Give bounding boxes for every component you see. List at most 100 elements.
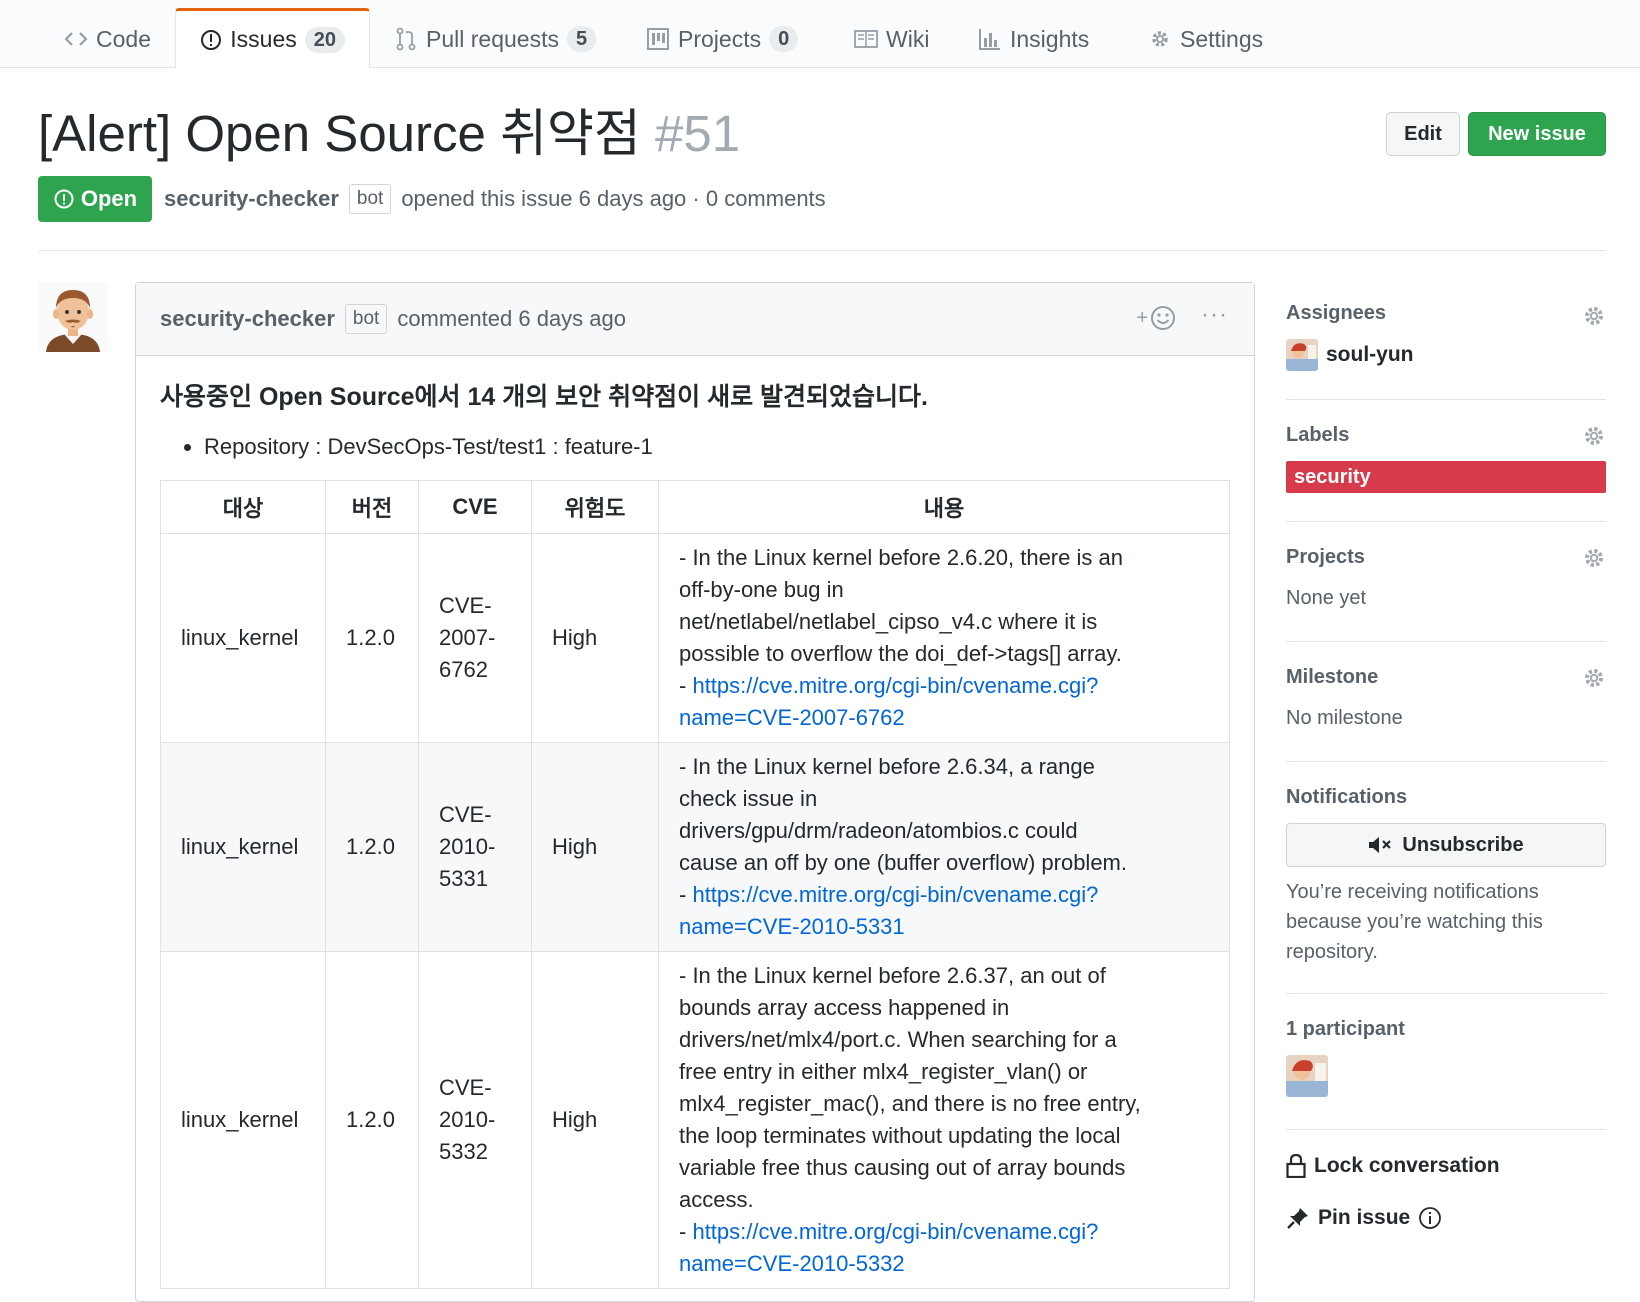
tab-projects[interactable]: Projects 0 xyxy=(622,10,822,68)
unsubscribe-button[interactable]: Unsubscribe xyxy=(1286,823,1606,867)
cve-line: CVE- xyxy=(439,802,492,827)
desc-line: check issue in xyxy=(679,786,818,811)
lock-label: Lock conversation xyxy=(1314,1154,1500,1177)
gear-icon[interactable] xyxy=(1582,666,1606,695)
description-cell: - In the Linux kernel before 2.6.20, the… xyxy=(658,533,1230,743)
tab-settings[interactable]: Settings xyxy=(1124,10,1287,68)
lock-icon xyxy=(1286,1154,1306,1178)
participants-heading: 1 participant xyxy=(1286,1018,1405,1040)
mute-icon xyxy=(1368,835,1394,855)
version-cell: 1.2.0 xyxy=(325,742,419,952)
repo-nav: Code Issues 20 Pull requests 5 Projects … xyxy=(0,0,1640,68)
assignee-name[interactable]: soul-yun xyxy=(1326,343,1414,367)
pin-issue-link[interactable]: Pin issue xyxy=(1286,1206,1606,1230)
tab-code[interactable]: Code xyxy=(40,10,175,68)
tab-label: Issues xyxy=(230,26,297,52)
tab-insights[interactable]: Insights xyxy=(954,10,1113,68)
tab-label: Code xyxy=(96,25,151,52)
cve-link-continued[interactable]: name=CVE-2010-5332 xyxy=(679,1251,905,1276)
notifications-section: Notifications Unsubscribe You’re receivi… xyxy=(1286,762,1606,994)
cve-line: 2007- xyxy=(439,625,496,650)
issue-opened-icon xyxy=(200,28,222,52)
version-cell: 1.2.0 xyxy=(325,533,419,743)
pin-icon xyxy=(1286,1206,1310,1230)
labels-section: Labels security xyxy=(1286,400,1606,522)
desc-line: drivers/net/mlx4/port.c. When searching … xyxy=(679,1027,1117,1052)
tab-pull-requests[interactable]: Pull requests 5 xyxy=(370,10,620,68)
desc-line: bounds array access happened in xyxy=(679,995,1010,1020)
code-icon xyxy=(64,27,88,51)
desc-line: - In the Linux kernel before 2.6.37, an … xyxy=(679,963,1106,988)
book-icon xyxy=(854,27,878,51)
new-issue-button[interactable]: New issue xyxy=(1468,112,1606,156)
avatar[interactable] xyxy=(38,282,108,352)
comment-author-link[interactable]: security-checker xyxy=(160,306,335,332)
bullet-list: Repository : DevSecOps-Test/test1 : feat… xyxy=(160,432,1230,462)
projects-value: None yet xyxy=(1286,587,1367,609)
cve-link[interactable]: https://cve.mitre.org/cgi-bin/cvename.cg… xyxy=(692,1219,1098,1244)
cve-link[interactable]: https://cve.mitre.org/cgi-bin/cvename.cg… xyxy=(692,882,1098,907)
status-badge: Open xyxy=(38,176,152,222)
cve-link-block: - https://cve.mitre.org/cgi-bin/cvename.… xyxy=(679,670,1209,702)
desc-line: off-by-one bug in xyxy=(679,577,844,602)
tab-wiki[interactable]: Wiki xyxy=(830,10,953,68)
description-cell: - In the Linux kernel before 2.6.34, a r… xyxy=(658,742,1230,952)
tab-issues[interactable]: Issues 20 xyxy=(175,8,370,68)
issue-meta-text: opened this issue 6 days ago · 0 comment… xyxy=(401,186,826,211)
cve-line: CVE- xyxy=(439,1075,492,1100)
tab-label: Wiki xyxy=(886,25,930,52)
target-cell: linux_kernel xyxy=(160,533,326,743)
gear-icon[interactable] xyxy=(1582,304,1606,333)
issue-author-link[interactable]: security-checker xyxy=(164,186,339,212)
bot-badge: bot xyxy=(344,304,388,334)
desc-line: - In the Linux kernel before 2.6.34, a r… xyxy=(679,754,1095,779)
column-header: 내용 xyxy=(658,480,1230,534)
pin-label: Pin issue xyxy=(1318,1206,1411,1229)
cve-line: 2010- xyxy=(439,1107,496,1132)
issue-meta: security-checker bot opened this issue 6… xyxy=(164,178,826,220)
cve-link-continued[interactable]: name=CVE-2010-5331 xyxy=(679,914,905,939)
issue-sidebar: Assignees soul-yun Labels security Proje… xyxy=(1286,282,1606,1230)
table-row: linux_kernel 1.2.0 CVE- 2010- 5332 High … xyxy=(160,951,1230,1289)
desc-line: access. xyxy=(679,1187,754,1212)
target-cell: linux_kernel xyxy=(160,951,326,1289)
cve-link[interactable]: https://cve.mitre.org/cgi-bin/cvename.cg… xyxy=(692,673,1098,698)
issue-title: [Alert] Open Source 취약점 #51 xyxy=(38,104,740,164)
projects-heading[interactable]: Projects xyxy=(1286,546,1606,569)
graph-icon xyxy=(978,27,1002,51)
cve-link-block: - https://cve.mitre.org/cgi-bin/cvename.… xyxy=(679,879,1209,911)
add-reaction-button[interactable]: + xyxy=(1136,305,1176,331)
projects-section: Projects None yet xyxy=(1286,522,1606,642)
version-cell: 1.2.0 xyxy=(325,951,419,1289)
labels-heading[interactable]: Labels xyxy=(1286,424,1606,447)
desc-line: the loop terminates without updating the… xyxy=(679,1123,1121,1148)
assignee-row[interactable]: soul-yun xyxy=(1286,339,1606,371)
info-icon[interactable] xyxy=(1418,1206,1442,1230)
more-actions-button[interactable]: ··· xyxy=(1201,301,1228,329)
comment-header: security-checker bot commented 6 days ag… xyxy=(136,283,1254,356)
header-divider xyxy=(38,250,1606,251)
notifications-heading: Notifications xyxy=(1286,786,1408,808)
list-item: Repository : DevSecOps-Test/test1 : feat… xyxy=(204,432,1230,462)
gear-icon[interactable] xyxy=(1582,546,1606,575)
cve-cell: CVE- 2010- 5332 xyxy=(418,951,532,1289)
link-prefix: - xyxy=(679,1219,693,1244)
participant-avatar[interactable] xyxy=(1286,1055,1328,1097)
desc-line: net/netlabel/netlabel_cipso_v4.c where i… xyxy=(679,609,1098,634)
assignees-heading[interactable]: Assignees xyxy=(1286,302,1606,325)
projects-counter: 0 xyxy=(769,26,799,52)
cve-link-continued[interactable]: name=CVE-2007-6762 xyxy=(679,705,905,730)
milestone-value: No milestone xyxy=(1286,707,1403,729)
edit-button[interactable]: Edit xyxy=(1386,112,1460,156)
lock-conversation-link[interactable]: Lock conversation xyxy=(1286,1154,1606,1178)
milestone-heading[interactable]: Milestone xyxy=(1286,666,1606,689)
gear-icon[interactable] xyxy=(1582,424,1606,453)
label-security[interactable]: security xyxy=(1286,461,1606,493)
issues-counter: 20 xyxy=(304,26,345,53)
desc-line: mlx4_register_mac(), and there is no fre… xyxy=(679,1091,1141,1116)
desc-line: - In the Linux kernel before 2.6.20, the… xyxy=(679,545,1123,570)
risk-cell: High xyxy=(531,533,659,743)
tab-label: Pull requests xyxy=(426,25,559,52)
tab-label: Insights xyxy=(1010,25,1090,52)
status-label: Open xyxy=(80,186,138,211)
